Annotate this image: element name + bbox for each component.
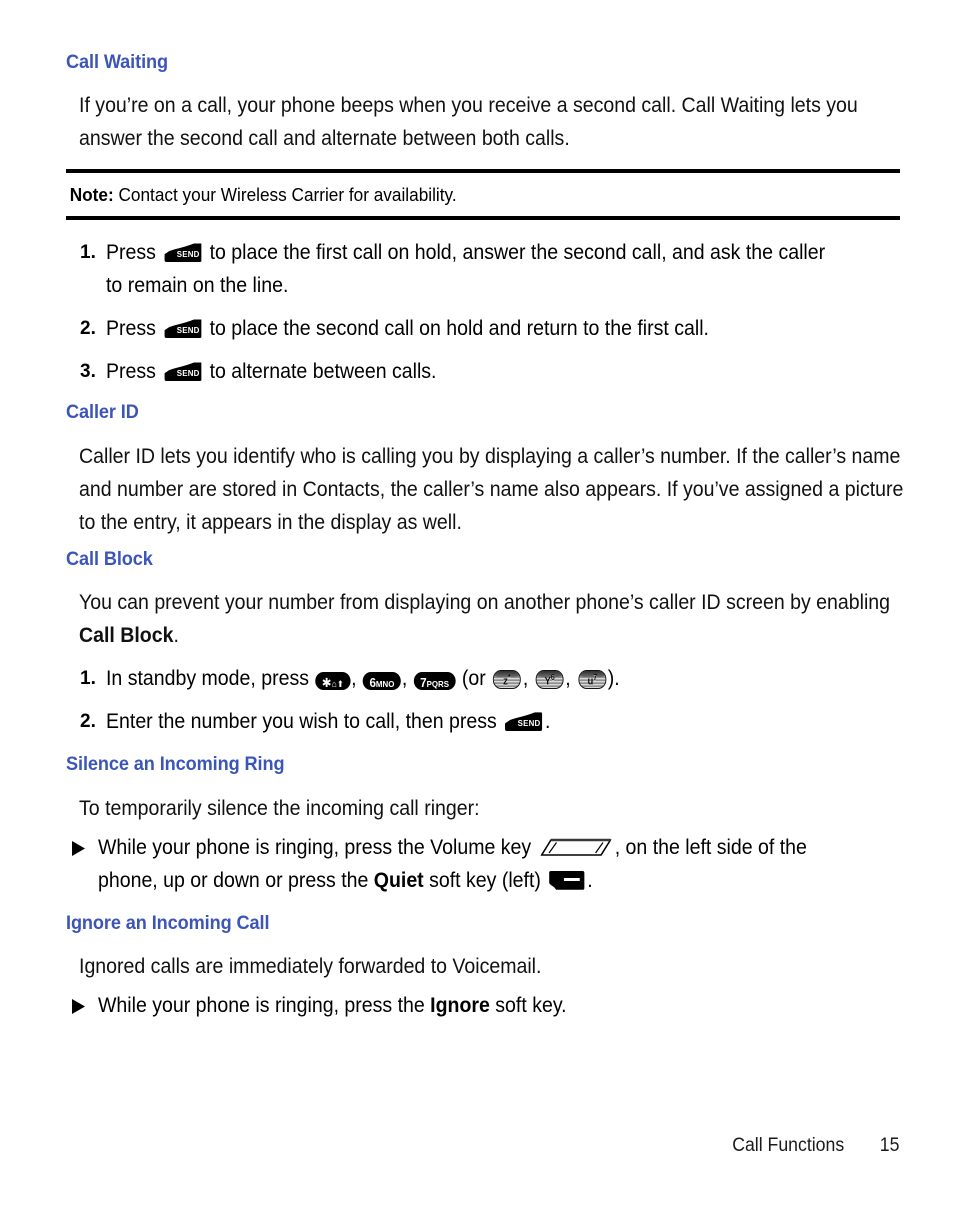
step-number: 2.	[80, 318, 96, 340]
key-main-label: ✱	[321, 676, 332, 691]
send-key-label: SEND	[176, 325, 200, 336]
qwerty-letter: u	[587, 675, 593, 688]
step-text-after: .	[545, 710, 551, 734]
paragraph-caller-id: Caller ID lets you identify who is calli…	[79, 444, 904, 534]
keypad-key-7-icon: 7PQRS	[413, 672, 456, 691]
bullet-text-a: While your phone is ringing, press the	[98, 994, 431, 1018]
bullet-text-c: soft key (left)	[423, 868, 541, 892]
note-label: Note:	[69, 184, 114, 206]
qwerty-superscript: *	[508, 672, 511, 682]
bullet-text-a: While your phone is ringing, press the V…	[98, 835, 532, 859]
footer-page-number: 15	[879, 1135, 900, 1156]
key-glyph-label: ⌂⬆	[331, 679, 344, 690]
comma-1: ,	[351, 667, 357, 691]
qwerty-key-u-icon: u7	[578, 670, 606, 690]
step-text-after: to place the second call on hold and ret…	[209, 317, 709, 341]
heading-ignore-incoming-call: Ignore an Incoming Call	[66, 911, 270, 934]
send-key-icon: SEND	[505, 712, 543, 732]
page-footer: Call Functions 15	[0, 1135, 900, 1157]
triangle-bullet-icon	[66, 831, 98, 856]
send-key-icon: SEND	[164, 362, 202, 382]
key-sub-label: PQRS	[426, 679, 450, 690]
send-key-icon: SEND	[164, 319, 202, 339]
step-number: 1.	[80, 668, 96, 690]
step-text-before: In standby mode, press	[106, 667, 310, 691]
step-number: 2.	[80, 711, 96, 733]
step-text-after: to place the first call on hold, answer …	[106, 241, 826, 298]
triangle-bullet-icon	[66, 989, 98, 1015]
step-text: Press SEND to alternate between calls.	[106, 355, 844, 388]
list-item-silence-bullet: While your phone is ringing, press the V…	[66, 831, 900, 897]
paragraph-call-waiting: If you’re on a call, your phone beeps wh…	[79, 94, 858, 151]
qwerty-key-y-label: Y6	[536, 671, 562, 688]
step-number: 3.	[80, 361, 96, 383]
keypad-key-6-icon: 6MNO	[362, 672, 401, 691]
volume-key-icon	[540, 838, 611, 857]
note-text-row: Note: Contact your Wireless Carrier for …	[66, 173, 842, 216]
qwerty-key-z-icon: z*	[493, 670, 521, 690]
step-text-close: ).	[607, 667, 620, 691]
qwerty-key-u-label: u7	[579, 671, 605, 688]
step-text: In standby mode, press ✱⌂⬆, 6MNO, 7PQRS …	[106, 662, 844, 695]
or-text: (or	[461, 667, 486, 691]
soft-key-icon	[549, 870, 585, 890]
bullet-emphasis-quiet: Quiet	[373, 868, 424, 892]
bullet-emphasis-ignore: Ignore	[430, 994, 490, 1018]
step-text-before: Press	[106, 241, 156, 265]
heading-call-waiting: Call Waiting	[66, 51, 168, 73]
step-text-before: Enter the number you wish to call, then …	[106, 710, 497, 734]
send-key-icon: SEND	[164, 243, 202, 263]
comma-2: ,	[401, 667, 408, 691]
paragraph-silence-intro: To temporarily silence the incoming call…	[79, 796, 480, 820]
paragraph-call-block: You can prevent your number from display…	[66, 586, 913, 652]
qwerty-superscript: 7	[592, 672, 597, 682]
qwerty-key-y-icon: Y6	[535, 670, 564, 690]
heading-caller-id: Caller ID	[66, 401, 139, 424]
bullet-text: While your phone is ringing, press the V…	[98, 831, 844, 897]
step-text: Press SEND to place the second call on h…	[106, 312, 844, 345]
list-item-step-2: 2. Press SEND to place the second call o…	[66, 312, 900, 345]
list-item-ignore-bullet: While your phone is ringing, press the I…	[66, 989, 900, 1022]
call-block-emphasis: Call Block	[79, 624, 174, 648]
keypad-key-star-icon: ✱⌂⬆	[315, 672, 351, 691]
list-item-callblock-step-2: 2. Enter the number you wish to call, th…	[66, 705, 900, 738]
step-number: 1.	[80, 242, 96, 264]
comma-3: ,	[522, 667, 529, 691]
manual-page: Call Waiting If you’re on a call, your p…	[0, 0, 954, 1209]
note-body: Contact your Wireless Carrier for availa…	[118, 184, 457, 206]
send-key-label: SEND	[517, 718, 541, 729]
step-text-after: to alternate between calls.	[209, 360, 437, 384]
qwerty-key-z-label: z*	[494, 671, 520, 688]
key-sub-label: MNO	[375, 679, 395, 690]
list-item-callblock-step-1: 1. In standby mode, press ✱⌂⬆, 6MNO, 7PQ…	[66, 662, 900, 695]
send-key-label: SEND	[176, 249, 200, 260]
step-text: Press SEND to place the first call on ho…	[106, 236, 844, 302]
comma-4: ,	[565, 667, 571, 691]
bullet-text: While your phone is ringing, press the I…	[98, 989, 844, 1022]
call-block-text-a: You can prevent your number from display…	[79, 591, 891, 615]
send-key-label: SEND	[176, 368, 200, 379]
call-block-text-b: .	[173, 624, 179, 648]
qwerty-superscript: 6	[550, 672, 555, 682]
note-block: Note: Contact your Wireless Carrier for …	[66, 169, 900, 221]
bullet-text-b: soft key.	[489, 994, 567, 1018]
bullet-text-d: .	[587, 868, 593, 892]
paragraph-ignore-intro: Ignored calls are immediately forwarded …	[79, 955, 542, 979]
footer-section-label: Call Functions	[732, 1135, 845, 1156]
step-text: Enter the number you wish to call, then …	[106, 705, 844, 738]
step-text-before: Press	[106, 360, 156, 384]
heading-silence-incoming-ring: Silence an Incoming Ring	[66, 753, 285, 776]
list-item-step-3: 3. Press SEND to alternate between calls…	[66, 355, 900, 388]
step-text-before: Press	[106, 317, 156, 341]
list-item-step-1: 1. Press SEND to place the first call on…	[66, 236, 900, 302]
heading-call-block: Call Block	[66, 547, 153, 570]
